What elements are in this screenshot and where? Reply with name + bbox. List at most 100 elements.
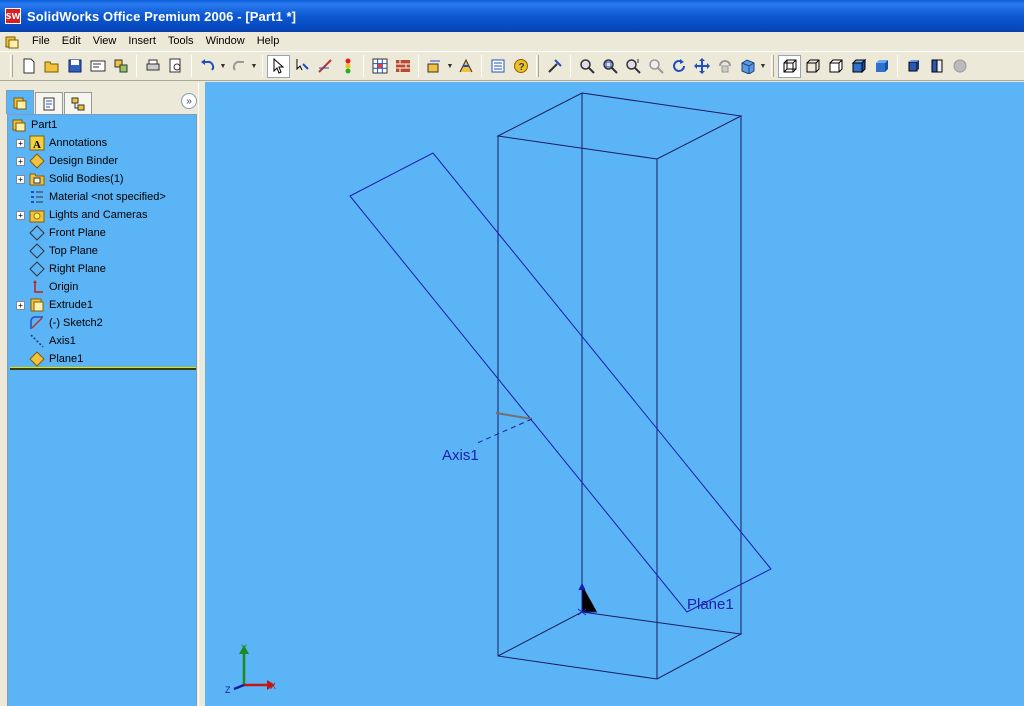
make-assembly-icon[interactable] [109,55,132,78]
panel-tabs [6,90,198,114]
menu-view[interactable]: View [87,33,123,50]
panel-splitter[interactable] [198,82,205,706]
menu-tools[interactable]: Tools [162,33,200,50]
open-icon[interactable] [40,55,63,78]
menu-edit[interactable]: Edit [56,33,87,50]
tree-item-axis1[interactable]: Axis1 [16,332,76,350]
tree-item-design-binder[interactable]: + Design Binder [16,152,118,170]
print-icon[interactable] [141,55,164,78]
solidworks-app-icon[interactable]: SW [5,8,21,24]
document-menu-icon[interactable] [4,34,20,50]
expand-icon[interactable]: + [16,174,25,184]
graphics-viewport[interactable]: Axis1 Plane1 Y X Z [205,82,1024,706]
expand-panel-icon[interactable]: » [181,93,197,109]
properties-icon[interactable] [486,55,509,78]
tab-feature-manager[interactable] [6,90,34,114]
tree-item-origin[interactable]: Origin [16,278,78,296]
zoom-in-out-icon[interactable] [621,55,644,78]
normal-to-icon[interactable] [543,55,566,78]
redo-dropdown-icon: ▼ [250,62,258,70]
toolbar-separator [136,55,137,77]
rollback-bar[interactable] [10,367,196,370]
undo-dropdown-icon[interactable]: ▼ [219,63,227,70]
window-title: SolidWorks Office Premium 2006 - [Part1 … [27,8,297,24]
origin-marker[interactable] [577,582,597,616]
shadows-icon[interactable] [902,55,925,78]
plane-icon [29,261,45,277]
hidden-lines-visible-icon[interactable] [801,55,824,78]
material-icon [29,189,45,205]
view-orientation-dropdown-icon[interactable]: ▼ [759,63,767,70]
zoom-area-icon[interactable] [598,55,621,78]
dimension-icon[interactable] [423,55,446,78]
hidden-lines-removed-icon[interactable] [824,55,847,78]
tab-property-manager[interactable] [35,92,63,114]
smart-mate-icon[interactable] [454,55,477,78]
tree-item-annotations[interactable]: + A Annotations [16,134,107,152]
toolbar-grip[interactable] [10,55,13,77]
pan-icon[interactable] [690,55,713,78]
tree-item-label: Extrude1 [49,299,94,311]
tree-item-solid-bodies[interactable]: + Solid Bodies(1) [16,170,124,188]
print-preview-icon[interactable] [164,55,187,78]
toolbar-separator [418,55,419,77]
save-icon[interactable] [63,55,86,78]
svg-text:A: A [33,139,41,151]
triad-x-label: X [270,681,276,691]
tree-item-plane1[interactable]: Plane1 [16,350,83,368]
title-bar[interactable]: SW SolidWorks Office Premium 2006 - [Par… [0,0,1024,32]
rebuild-icon[interactable] [336,55,359,78]
toolbar-separator [481,55,482,77]
menu-insert[interactable]: Insert [122,33,162,50]
select-icon[interactable] [267,54,290,78]
tree-item-label: Top Plane [49,245,98,257]
brick-icon[interactable] [391,55,414,78]
select-other-icon[interactable] [290,55,313,78]
undo-icon[interactable] [196,55,219,78]
axis1-label[interactable]: Axis1 [442,447,479,464]
expand-icon[interactable]: + [16,300,25,310]
make-drawing-icon[interactable] [86,55,109,78]
axis-icon [29,333,45,349]
sketch-icon[interactable] [313,55,336,78]
menu-file[interactable]: File [26,33,56,50]
wireframe-icon[interactable] [778,54,801,78]
extrude-icon [29,297,45,313]
expand-icon[interactable]: + [16,138,25,148]
model-view[interactable]: Axis1 Plane1 Y X Z [205,82,1024,706]
shaded-edges-icon[interactable] [847,55,870,78]
lights-icon [29,207,45,223]
tree-item-extrude1[interactable]: + Extrude1 [16,296,93,314]
shaded-icon[interactable] [870,55,893,78]
rotate-icon[interactable] [667,55,690,78]
plane-icon [29,243,45,259]
tree-item-front-plane[interactable]: Front Plane [16,224,106,242]
expand-icon[interactable]: + [16,210,25,220]
roll-icon [713,55,736,78]
part-icon [11,117,27,133]
tree-root-part1[interactable]: Part1 [11,116,57,134]
menu-window[interactable]: Window [200,33,251,50]
extrude1-wireframe[interactable] [496,92,743,680]
tree-item-material[interactable]: Material <not specified> [16,188,166,206]
section-view-icon[interactable] [925,55,948,78]
dimension-dropdown-icon[interactable]: ▼ [446,63,454,70]
plane1-outline[interactable] [349,152,772,613]
expand-icon[interactable]: + [16,156,25,166]
options-grid-icon[interactable] [368,55,391,78]
new-document-icon[interactable] [17,55,40,78]
plane1-label[interactable]: Plane1 [687,596,734,613]
tree-item-label: Lights and Cameras [49,209,148,221]
menu-help[interactable]: Help [251,33,286,50]
zoom-to-fit-icon[interactable] [575,55,598,78]
tab-configuration-manager[interactable] [64,92,92,114]
tree-item-top-plane[interactable]: Top Plane [16,242,98,260]
help-icon[interactable]: ? [509,55,532,78]
toolbar-grip[interactable] [536,55,539,77]
tree-item-lights-and-cameras[interactable]: + Lights and Cameras [16,206,147,224]
tree-item-right-plane[interactable]: Right Plane [16,260,106,278]
triad-z-label: Z [225,685,231,695]
tree-item-sketch2[interactable]: (-) Sketch2 [16,314,103,332]
toolbar-grip[interactable] [771,55,774,77]
view-orientation-icon[interactable] [736,55,759,78]
